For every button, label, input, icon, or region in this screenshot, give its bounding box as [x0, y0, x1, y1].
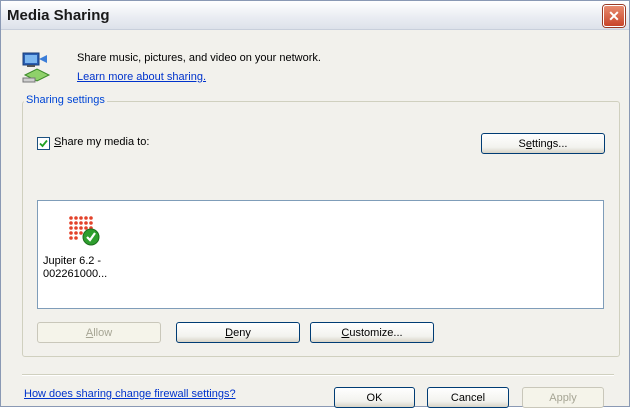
settings-button[interactable]: Settings... — [481, 133, 605, 154]
media-device-shared-icon — [69, 216, 100, 246]
share-label-text: hare my media to: — [61, 136, 150, 148]
allow-button[interactable]: Allow — [37, 322, 161, 343]
deny-accel-key: D — [225, 327, 234, 339]
sharing-description: Share music, pictures, and video on your… — [77, 52, 321, 64]
settings-text-post: ttings... — [532, 138, 568, 150]
close-button[interactable]: ✕ — [603, 5, 625, 27]
deny-label: eny — [233, 327, 251, 339]
sharing-settings-label: Sharing settings — [24, 94, 107, 106]
apply-button[interactable]: Apply — [522, 387, 604, 408]
close-icon: ✕ — [608, 8, 620, 24]
footer-separator — [22, 374, 614, 376]
device-label-line2: 002261000... — [43, 268, 108, 280]
firewall-help-link[interactable]: How does sharing change firewall setting… — [24, 388, 236, 400]
share-media-checkbox[interactable] — [37, 137, 50, 150]
network-sharing-icon — [22, 52, 51, 83]
customize-label: ustomize... — [349, 327, 403, 339]
share-media-label[interactable]: Share my media to: — [54, 136, 149, 148]
ok-button[interactable]: OK — [334, 387, 415, 408]
dialog-content: Share music, pictures, and video on your… — [1, 30, 629, 408]
settings-text-pre: S — [518, 138, 526, 150]
learn-more-link[interactable]: Learn more about sharing. — [77, 71, 206, 83]
device-label-line1: Jupiter 6.2 - — [43, 255, 102, 267]
title-bar: Media Sharing ✕ — [1, 1, 629, 30]
customize-button[interactable]: Customize... — [310, 322, 434, 343]
device-label: Jupiter 6.2 - 002261000... — [43, 255, 123, 281]
media-sharing-window: Media Sharing ✕ Share music, pictures, a… — [0, 0, 630, 408]
device-list[interactable]: Jupiter 6.2 - 002261000... — [37, 200, 604, 309]
checkmark-icon — [39, 139, 48, 148]
window-title: Media Sharing — [7, 7, 110, 24]
cancel-button[interactable]: Cancel — [427, 387, 509, 408]
deny-button[interactable]: Deny — [176, 322, 300, 343]
allow-label: llow — [93, 327, 113, 339]
